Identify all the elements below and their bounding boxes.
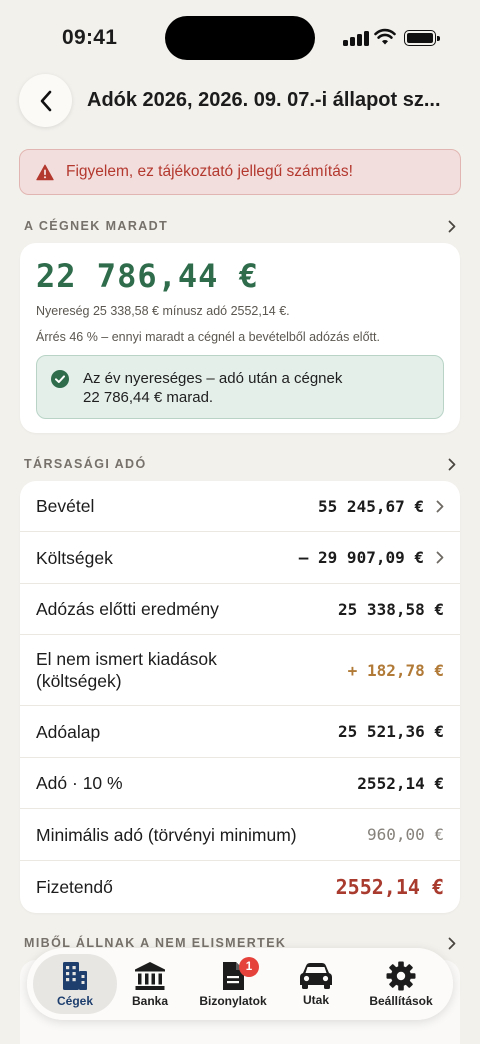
- row-tax-base: Adóalap 25 521,36 €: [20, 706, 460, 758]
- tab-settings[interactable]: Beállítások: [357, 954, 445, 1014]
- success-message: Az év nyereséges – adó után a cégnek 22 …: [36, 355, 444, 419]
- margin-line: Árrés 46 % – ennyi maradt a cégnél a bev…: [36, 330, 380, 344]
- row-payable: Fizetendő 2552,14 €: [20, 861, 460, 913]
- row-label-line-2: (költségek): [36, 671, 122, 691]
- success-text: Az év nyereséges – adó után a cégnek 22 …: [83, 369, 342, 407]
- status-bar: 09:41: [0, 0, 480, 70]
- row-label: Adóalap: [36, 721, 101, 742]
- gear-icon: [386, 961, 416, 990]
- notification-badge: 1: [239, 957, 259, 977]
- back-button[interactable]: [19, 74, 72, 127]
- warning-text: Figyelem, ez tájékoztató jellegű számítá…: [66, 163, 353, 180]
- car-icon: [300, 962, 332, 989]
- check-circle-icon: [51, 370, 69, 388]
- row-label-line-1: El nem ismert kiadások: [36, 649, 217, 669]
- tab-documents[interactable]: 1 Bizonylatok: [187, 954, 279, 1014]
- dynamic-island: [165, 16, 315, 60]
- costs-value: – 29 907,09 €: [298, 548, 424, 567]
- row-value: + 182,78 €: [347, 660, 444, 680]
- row-value: 55 245,67 €: [318, 497, 444, 516]
- tab-label: Bizonylatok: [199, 993, 267, 1008]
- tax-card: Bevétel 55 245,67 € Költségek – 29 907,0…: [20, 481, 460, 913]
- row-value: 2552,14 €: [357, 773, 444, 793]
- warning-triangle-icon: [36, 164, 54, 180]
- section-label: A CÉGNEK MARADT: [24, 219, 169, 233]
- bank-icon: [135, 961, 165, 990]
- tab-label: Cégek: [56, 993, 94, 1008]
- row-pre-tax-result: Adózás előtti eredmény 25 338,58 €: [20, 584, 460, 635]
- wifi-icon: [374, 28, 396, 45]
- row-costs[interactable]: Költségek – 29 907,09 €: [20, 532, 460, 584]
- row-value: – 29 907,09 €: [299, 548, 444, 567]
- building-icon: [63, 961, 87, 990]
- success-text-line-2: 22 786,44 € marad.: [83, 389, 214, 406]
- chevron-right-icon: [448, 220, 456, 233]
- row-value: 25 338,58 €: [338, 599, 444, 619]
- chevron-right-icon: [436, 500, 444, 513]
- row-label: El nem ismert kiadások (költségek): [36, 648, 217, 692]
- remaining-amount: 22 786,44 €: [36, 257, 259, 295]
- row-non-deductible: El nem ismert kiadások (költségek) + 182…: [20, 635, 460, 706]
- success-text-line-1: Az év nyereséges – adó után a cégnek: [83, 370, 343, 387]
- row-label: Fizetendő: [36, 877, 113, 897]
- section-header-remaining[interactable]: A CÉGNEK MARADT: [24, 216, 456, 236]
- row-tax: Adó · 10 % 2552,14 €: [20, 758, 460, 809]
- row-label: Adó · 10 %: [36, 773, 123, 793]
- page-title: Adók 2026, 2026. 09. 07.-i állapot sz...: [87, 89, 441, 111]
- revenue-value: 55 245,67 €: [318, 496, 424, 516]
- section-header-corporate-tax[interactable]: TÁRSASÁGI ADÓ: [24, 454, 456, 474]
- tab-trips[interactable]: Utak: [283, 954, 349, 1014]
- row-value: 960,00 €: [366, 825, 444, 844]
- status-time: 09:41: [62, 26, 118, 49]
- tab-label: Beállítások: [369, 993, 433, 1008]
- profit-line: Nyereség 25 338,58 € mínusz adó 2552,14 …: [36, 304, 290, 318]
- chevron-right-icon: [436, 551, 444, 564]
- tab-companies[interactable]: Cégek: [33, 954, 117, 1014]
- row-label: Minimális adó (törvényi minimum): [36, 824, 297, 845]
- tab-label: Banka: [131, 993, 169, 1008]
- tab-bar: Cégek Banka 1 Bizonylatok Utak Beállítás…: [27, 948, 453, 1020]
- row-value: 25 521,36 €: [338, 722, 444, 741]
- result-card: 22 786,44 € Nyereség 25 338,58 € mínusz …: [20, 243, 460, 433]
- row-label: Költségek: [36, 547, 113, 568]
- section-label: TÁRSASÁGI ADÓ: [24, 457, 147, 471]
- row-minimum-tax: Minimális adó (törvényi minimum) 960,00 …: [20, 809, 460, 861]
- row-label: Adózás előtti eredmény: [36, 599, 219, 619]
- row-revenue[interactable]: Bevétel 55 245,67 €: [20, 481, 460, 532]
- warning-banner: Figyelem, ez tájékoztató jellegű számítá…: [19, 149, 461, 195]
- chevron-right-icon: [448, 458, 456, 471]
- row-value: 2552,14 €: [335, 875, 444, 899]
- chevron-left-icon: [40, 90, 51, 111]
- signal-icon: [343, 30, 369, 46]
- tab-label: Utak: [302, 992, 329, 1007]
- battery-icon: [404, 30, 440, 46]
- row-label: Bevétel: [36, 496, 95, 516]
- tab-bank[interactable]: Banka: [118, 954, 182, 1014]
- chevron-right-icon: [448, 937, 456, 950]
